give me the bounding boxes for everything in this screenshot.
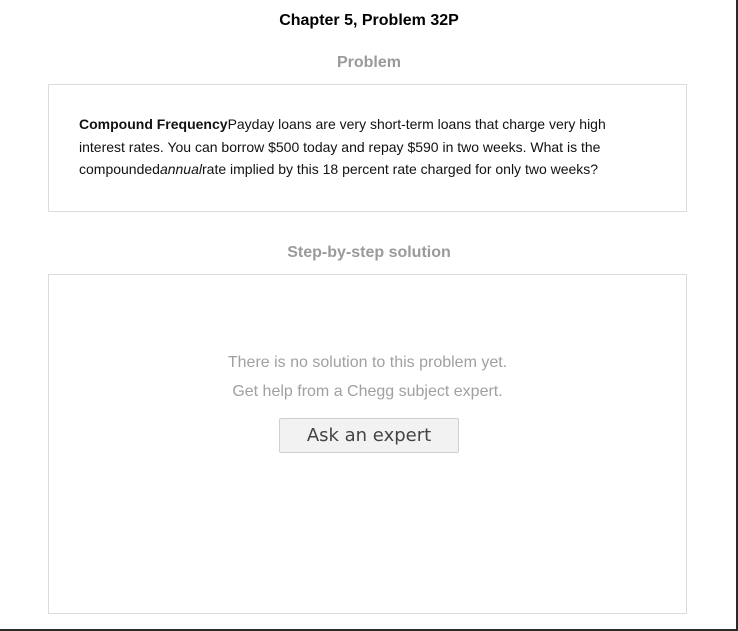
expert-help-message: Get help from a Chegg subject expert. bbox=[232, 383, 503, 400]
solution-heading: Step-by-step solution bbox=[287, 244, 451, 261]
problem-heading: Problem bbox=[336, 54, 401, 71]
problem-box: Compound FrequencyPayday loans are very … bbox=[48, 84, 687, 212]
problem-emphasis: annual bbox=[159, 161, 202, 177]
chapter-title: Chapter 5, Problem 32P bbox=[279, 12, 459, 29]
problem-text-part2: rate implied by this 18 percent rate cha… bbox=[202, 161, 599, 177]
solution-box: There is no solution to this problem yet… bbox=[48, 274, 687, 614]
no-solution-message: There is no solution to this problem yet… bbox=[227, 354, 508, 371]
problem-term: Compound Frequency bbox=[79, 116, 228, 132]
ask-expert-button[interactable]: Ask an expert bbox=[279, 418, 459, 453]
problem-text: Compound FrequencyPayday loans are very … bbox=[79, 113, 649, 181]
